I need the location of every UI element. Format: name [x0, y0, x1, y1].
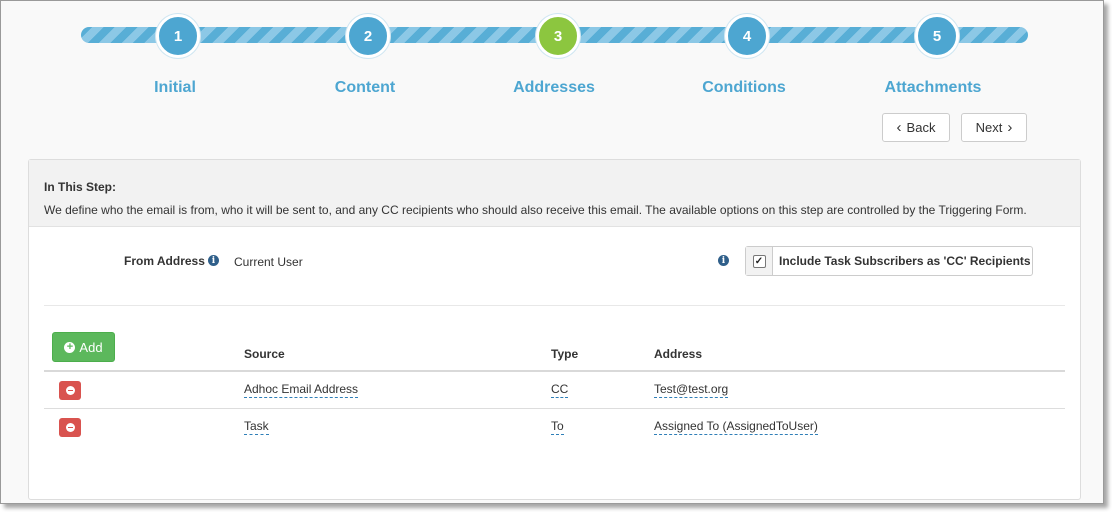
- table-cell-source[interactable]: Adhoc Email Address: [244, 382, 359, 398]
- wizard-step-number: 3: [553, 27, 563, 45]
- table-cell-type[interactable]: To: [551, 419, 564, 435]
- column-header-source: Source: [244, 347, 285, 361]
- table-header-rule: [44, 370, 1065, 372]
- chevron-left-icon: ‹: [896, 119, 902, 136]
- table-cell-type[interactable]: CC: [551, 382, 569, 398]
- from-address-info-icon[interactable]: i: [208, 255, 219, 266]
- cc-info-icon[interactable]: i: [718, 255, 729, 266]
- step-info-text: We define who the email is from, who it …: [44, 203, 1027, 217]
- delete-row-button[interactable]: [59, 418, 81, 437]
- wizard-step-3[interactable]: 3: [536, 14, 580, 58]
- section-divider: [44, 305, 1065, 306]
- wizard-step-4[interactable]: 4: [725, 14, 769, 58]
- add-button-label: Add: [79, 339, 103, 355]
- table-row-divider: [44, 408, 1065, 409]
- next-button-label: Next: [975, 120, 1003, 135]
- table-cell-source[interactable]: Task: [244, 419, 269, 435]
- wizard-step-label-initial[interactable]: Initial: [95, 79, 255, 97]
- wizard-step-label-content[interactable]: Content: [285, 79, 445, 97]
- cc-subscribers-checkbox[interactable]: ✓: [746, 247, 773, 275]
- cc-subscribers-label: Include Task Subscribers as 'CC' Recipie…: [779, 254, 1031, 268]
- checkmark-icon: ✓: [752, 254, 766, 268]
- minus-circle-icon: [65, 386, 75, 395]
- wizard-step-1[interactable]: 1: [156, 14, 200, 58]
- cc-subscribers-option[interactable]: ✓ Include Task Subscribers as 'CC' Recip…: [745, 246, 1033, 276]
- window-frame: 1 2 3 4 5 Initial Content Addresses Cond…: [0, 0, 1104, 504]
- wizard-step-label-conditions[interactable]: Conditions: [664, 79, 824, 97]
- wizard-step-number: 1: [173, 27, 183, 45]
- step-info-heading: In This Step:: [44, 180, 116, 194]
- wizard-step-5[interactable]: 5: [915, 14, 959, 58]
- step-panel: In This Step: We define who the email is…: [28, 159, 1081, 500]
- wizard-step-number: 5: [932, 27, 942, 45]
- column-header-type: Type: [551, 347, 579, 361]
- from-address-value: Current User: [234, 255, 303, 269]
- back-button-label: Back: [906, 120, 936, 135]
- minus-circle-icon: [65, 423, 75, 432]
- chevron-right-icon: ›: [1007, 119, 1013, 136]
- add-recipient-button[interactable]: + Add: [52, 332, 115, 362]
- wizard-step-label-attachments[interactable]: Attachments: [853, 79, 1013, 97]
- back-button[interactable]: ‹ Back: [882, 113, 950, 142]
- table-cell-address[interactable]: Assigned To (AssignedToUser): [654, 419, 818, 435]
- wizard-step-label-addresses[interactable]: Addresses: [474, 79, 634, 97]
- table-cell-address[interactable]: Test@test.org: [654, 382, 729, 398]
- wizard-step-2[interactable]: 2: [346, 14, 390, 58]
- wizard-step-number: 4: [742, 27, 752, 45]
- from-address-label: From Address: [124, 254, 205, 268]
- wizard-step-number: 2: [363, 27, 373, 45]
- delete-row-button[interactable]: [59, 381, 81, 400]
- next-button[interactable]: Next ›: [961, 113, 1027, 142]
- step-info: In This Step: We define who the email is…: [29, 160, 1080, 227]
- plus-circle-icon: +: [64, 341, 76, 353]
- column-header-address: Address: [654, 347, 703, 361]
